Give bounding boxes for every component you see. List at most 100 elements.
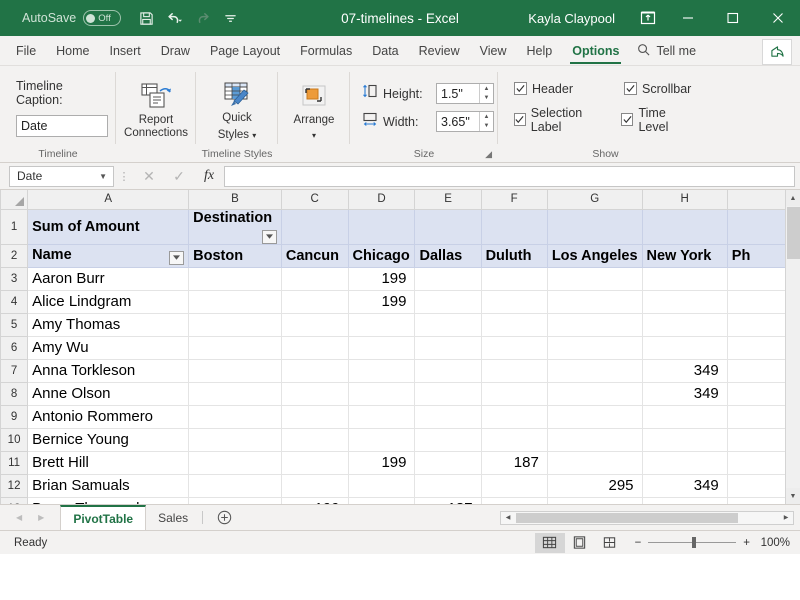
row-header-4[interactable]: 4	[0, 289, 29, 314]
cell-a7[interactable]: Anna Torkleson	[27, 359, 190, 383]
cell-g6[interactable]	[547, 336, 643, 360]
cell-e3[interactable]	[414, 267, 482, 291]
cell-f6[interactable]	[481, 336, 548, 360]
cell-h9[interactable]	[642, 405, 728, 429]
cell-a5[interactable]: Amy Thomas	[27, 313, 190, 337]
cell-f13[interactable]	[481, 497, 548, 504]
add-sheet-icon[interactable]	[205, 505, 244, 530]
cell-h8[interactable]: 349	[642, 382, 728, 406]
cell-d1[interactable]	[348, 209, 416, 245]
cell-d8[interactable]	[348, 382, 416, 406]
cell-f12[interactable]	[481, 474, 548, 498]
name-box[interactable]: Date ▼	[9, 165, 114, 187]
tab-insert[interactable]: Insert	[100, 37, 151, 65]
zoom-out-button[interactable]: −	[635, 537, 642, 549]
cell-c1[interactable]	[281, 209, 349, 245]
cell-f3[interactable]	[481, 267, 548, 291]
report-connections-button[interactable]: Report Connections	[122, 75, 190, 140]
cell-g10[interactable]	[547, 428, 643, 452]
cell-c6[interactable]	[281, 336, 349, 360]
cell-b6[interactable]	[188, 336, 282, 360]
cell-c5[interactable]	[281, 313, 349, 337]
cell-c8[interactable]	[281, 382, 349, 406]
cell-g3[interactable]	[547, 267, 643, 291]
cell-e12[interactable]	[414, 474, 482, 498]
cell-h7[interactable]: 349	[642, 359, 728, 383]
cell-d3[interactable]: 199	[348, 267, 416, 291]
cell-e7[interactable]	[414, 359, 482, 383]
cell-b7[interactable]	[188, 359, 282, 383]
cell-a4[interactable]: Alice Lindgram	[27, 290, 190, 314]
height-spinner[interactable]: ▲ ▼	[479, 84, 493, 103]
cell-d6[interactable]	[348, 336, 416, 360]
cell-b13[interactable]	[188, 497, 282, 504]
cell-d13[interactable]	[348, 497, 416, 504]
cell-h5[interactable]	[642, 313, 728, 337]
cell-e6[interactable]	[414, 336, 482, 360]
ribbon-display-options-icon[interactable]	[631, 0, 665, 36]
chevron-down-icon[interactable]: ▼	[99, 172, 107, 181]
timeline-caption-input[interactable]: Date	[16, 114, 108, 137]
checkbox-header[interactable]: Header	[514, 82, 610, 96]
tab-options[interactable]: Options	[562, 37, 629, 65]
autosave-toggle[interactable]: Off	[83, 10, 122, 26]
select-all-corner[interactable]	[0, 190, 29, 210]
cell-h4[interactable]	[642, 290, 728, 314]
row-header-1[interactable]: 1	[0, 208, 29, 245]
cell-h1[interactable]	[642, 209, 728, 245]
vertical-scroll-thumb[interactable]	[786, 207, 800, 259]
cell-d9[interactable]	[348, 405, 416, 429]
cell-d7[interactable]	[348, 359, 416, 383]
column-header-h[interactable]: H	[641, 190, 728, 210]
cell-e1[interactable]	[414, 209, 482, 245]
customize-quick-access-icon[interactable]	[217, 5, 243, 31]
cell-g5[interactable]	[547, 313, 643, 337]
page-break-view-button[interactable]	[595, 533, 625, 553]
scroll-down-icon[interactable]: ▼	[785, 488, 800, 504]
tab-file[interactable]: File	[0, 37, 46, 65]
cell-c12[interactable]	[281, 474, 349, 498]
checkbox-time-level[interactable]: Time Level	[620, 106, 697, 134]
sheet-tab-pivottable[interactable]: PivotTable	[60, 505, 147, 530]
row-header-11[interactable]: 11	[0, 450, 29, 475]
filter-dropdown-name[interactable]	[169, 250, 185, 265]
cell-e8[interactable]	[414, 382, 482, 406]
cell-a10[interactable]: Bernice Young	[27, 428, 190, 452]
cell-f11[interactable]: 187	[481, 451, 548, 475]
cell-a8[interactable]: Anne Olson	[27, 382, 190, 406]
cell-f10[interactable]	[481, 428, 548, 452]
prev-sheet-icon[interactable]: ◀	[16, 513, 22, 522]
cell-b12[interactable]	[188, 474, 282, 498]
checkbox-scrollbar[interactable]: Scrollbar	[624, 82, 691, 96]
cell-b11[interactable]	[188, 451, 282, 475]
tab-formulas[interactable]: Formulas	[290, 37, 362, 65]
tab-data[interactable]: Data	[362, 37, 408, 65]
height-input[interactable]: 1.5" ▲ ▼	[436, 83, 494, 104]
row-header-12[interactable]: 12	[0, 473, 29, 498]
dialog-launcher-icon[interactable]: ◢	[485, 149, 492, 160]
cell-f9[interactable]	[481, 405, 548, 429]
cell-e5[interactable]	[414, 313, 482, 337]
zoom-slider-knob[interactable]	[692, 537, 697, 548]
column-header-e[interactable]: E	[414, 190, 482, 210]
cell-g13[interactable]	[547, 497, 643, 504]
cell-c11[interactable]	[281, 451, 349, 475]
cell-g11[interactable]	[547, 451, 643, 475]
cancel-icon[interactable]: ✕	[134, 165, 164, 187]
cell-b1[interactable]: Destination	[188, 209, 282, 245]
checkbox-selection-label[interactable]: Selection Label	[514, 106, 607, 134]
row-header-2[interactable]: 2	[0, 243, 29, 268]
cell-f2[interactable]: Duluth	[481, 244, 548, 268]
cell-e13[interactable]: 187	[414, 497, 482, 504]
row-header-5[interactable]: 5	[0, 312, 29, 337]
width-input[interactable]: 3.65" ▲ ▼	[436, 111, 494, 132]
cell-f4[interactable]	[481, 290, 548, 314]
cell-e4[interactable]	[414, 290, 482, 314]
row-header-7[interactable]: 7	[0, 358, 29, 383]
cell-f8[interactable]	[481, 382, 548, 406]
maximize-button[interactable]	[710, 0, 755, 36]
cell-g12[interactable]: 295	[547, 474, 643, 498]
cell-c10[interactable]	[281, 428, 349, 452]
zoom-slider[interactable]	[648, 537, 737, 548]
cell-b10[interactable]	[188, 428, 282, 452]
